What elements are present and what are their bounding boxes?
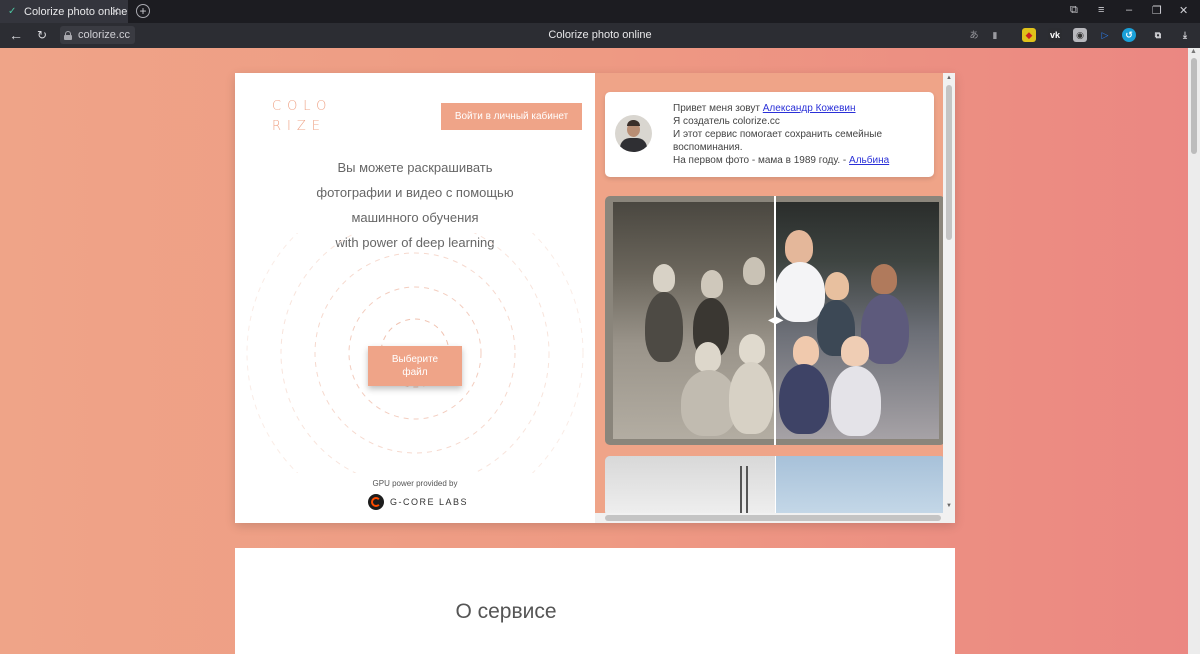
greeting-text: Привет меня зовут (673, 103, 763, 114)
choose-file-label-1: Выберите (391, 354, 439, 365)
avatar (615, 115, 652, 152)
intro-line-2: Я создатель colorize.cc (673, 116, 780, 127)
browser-tab-bar: ✓ Colorize photo online ✕ + ⧉ ≡ – ❐ ✕ (0, 0, 1200, 23)
author-link[interactable]: Александр Кожевин (763, 103, 856, 114)
reload-icon[interactable]: ↻ (37, 28, 47, 42)
examples-vertical-scrollbar[interactable]: ▲ ▼ (943, 73, 955, 513)
bridge-tower (740, 466, 748, 516)
original-photo-half (613, 202, 775, 439)
about-title: О сервисе (455, 600, 557, 623)
logo-line-1: COLO (272, 99, 333, 114)
scroll-down-icon[interactable]: ▼ (946, 503, 952, 509)
page-viewport: COLO RIZE Войти в личный кабинет Вы може… (0, 48, 1188, 654)
comparison-divider[interactable] (775, 456, 776, 516)
back-arrow-icon[interactable]: ← (9, 27, 23, 43)
url-text: colorize.cc (78, 29, 130, 41)
extensions-icon[interactable]: ⧉ (1151, 28, 1165, 42)
gpu-caption: GPU power provided by (372, 479, 458, 488)
author-intro-text: Привет меня зовут Александр Кожевин Я со… (673, 102, 928, 167)
gcore-logo[interactable]: G-CORE LABS (368, 494, 468, 510)
tabs-icon[interactable]: ⧉ (1070, 4, 1078, 17)
choose-file-label-2: файл (402, 367, 428, 378)
before-after-photo[interactable]: ◀▶ (605, 196, 943, 445)
main-card: COLO RIZE Войти в личный кабинет Вы може… (235, 73, 955, 523)
camera-extension-icon[interactable]: ◉ (1073, 28, 1087, 42)
second-example-photo[interactable] (605, 456, 943, 516)
lock-icon (64, 30, 72, 40)
about-section: О сервисе (235, 548, 955, 654)
translate-icon[interactable]: あ (967, 28, 981, 42)
examples-panel: Привет меня зовут Александр Кожевин Я со… (595, 73, 943, 523)
url-field[interactable]: colorize.cc (60, 26, 135, 44)
tagline-line-2: фотографии и видео с помощью (316, 185, 514, 200)
address-bar: ← ↻ colorize.cc Colorize photo online あ … (0, 23, 1200, 48)
mom-link[interactable]: Альбина (849, 155, 889, 166)
play-extension-icon[interactable]: ▷ (1098, 28, 1112, 42)
close-window-icon[interactable]: ✕ (1179, 4, 1188, 17)
site-favicon-icon: ✓ (8, 5, 17, 17)
login-button[interactable]: Войти в личный кабинет (441, 103, 582, 130)
tagline-line-3: машинного обучения (351, 210, 479, 225)
scroll-up-icon[interactable]: ▲ (1190, 48, 1197, 55)
minimize-icon[interactable]: – (1126, 4, 1132, 16)
restore-icon[interactable]: ❐ (1152, 4, 1162, 17)
colorized-photo-half (776, 456, 943, 516)
bookmark-icon[interactable]: ▮ (988, 28, 1002, 42)
extension-shield-icon[interactable]: ◆ (1022, 28, 1036, 42)
vk-icon[interactable]: vk (1048, 28, 1062, 42)
examples-horizontal-scrollbar[interactable] (595, 513, 955, 523)
tagline-line-1: Вы можете раскрашивать (337, 160, 493, 175)
circle-extension-icon[interactable]: ↺ (1122, 28, 1136, 42)
gcore-icon (368, 494, 384, 510)
intro-line-4: На первом фото - мама в 1989 году. - (673, 155, 850, 166)
upload-panel: COLO RIZE Войти в личный кабинет Вы може… (235, 73, 595, 523)
gcore-text: G-CORE LABS (390, 497, 469, 507)
author-intro-card: Привет меня зовут Александр Кожевин Я со… (605, 92, 934, 177)
window-title: Colorize photo online (548, 29, 652, 41)
menu-icon[interactable]: ≡ (1098, 4, 1104, 16)
colorized-photo-half (775, 202, 939, 439)
comparison-handle-icon[interactable]: ◀▶ (768, 314, 783, 328)
scrollbar-thumb[interactable] (605, 515, 941, 521)
intro-line-3: И этот сервис помогает сохранить семейны… (673, 129, 883, 153)
scrollbar-thumb[interactable] (1191, 58, 1197, 154)
scroll-up-icon[interactable]: ▲ (946, 75, 952, 81)
browser-tab[interactable]: ✓ Colorize photo online ✕ (0, 0, 128, 23)
close-tab-icon[interactable]: ✕ (111, 5, 120, 18)
new-tab-button[interactable]: + (136, 4, 150, 18)
choose-file-button[interactable]: Выберите файл (368, 346, 462, 386)
site-logo[interactable]: COLO RIZE (272, 97, 332, 137)
page-scrollbar[interactable]: ▲ (1188, 48, 1200, 654)
original-photo-half (605, 456, 775, 516)
logo-line-2: RIZE (272, 119, 326, 134)
scrollbar-thumb[interactable] (946, 85, 952, 240)
download-icon[interactable]: ⤓ (1178, 28, 1192, 42)
